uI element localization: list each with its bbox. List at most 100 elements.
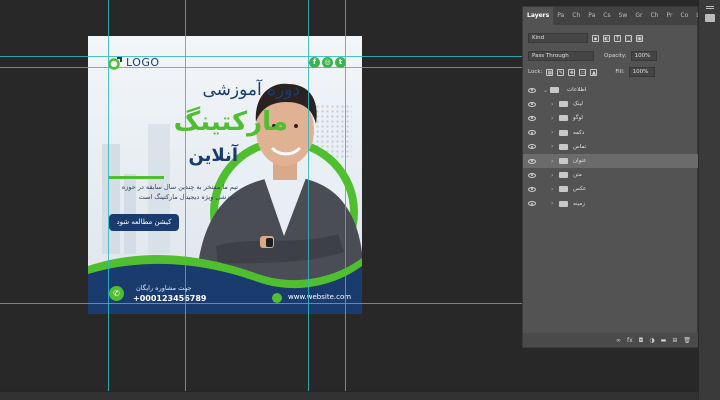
website-text: www.website.com	[288, 293, 352, 301]
tab-character-styles[interactable]: Cs	[599, 7, 614, 25]
fx-icon[interactable]: fx	[627, 337, 633, 344]
guide-vertical[interactable]	[308, 0, 309, 400]
folder-icon	[559, 101, 568, 108]
photoshop-workspace[interactable]: LOGO f ◎ t دوره آموزشی مارکتینگ آنلاین ت…	[0, 0, 720, 400]
globe-icon	[272, 293, 282, 303]
visibility-eye-icon[interactable]	[528, 87, 536, 93]
layer-name: عنوان	[573, 158, 587, 165]
accent-underline	[108, 176, 164, 179]
filter-type-icon[interactable]: T	[614, 34, 621, 42]
link-icon[interactable]: ∞	[616, 337, 621, 344]
layer-name: متن	[573, 172, 582, 179]
layer-row[interactable]: › عکس	[523, 182, 699, 196]
layer-name: تماس	[573, 143, 587, 150]
chevron-right-icon[interactable]: ›	[551, 172, 553, 179]
tab-layers[interactable]: Layers	[523, 7, 554, 25]
eye	[294, 124, 298, 128]
visibility-eye-icon[interactable]	[528, 158, 536, 164]
tab-character[interactable]: Ch	[646, 7, 662, 25]
lock-row: Lock: ▦ ✎ ✥ ▭ ▲ Fill: 100%	[523, 65, 697, 79]
chevron-right-icon[interactable]: ›	[551, 200, 553, 207]
visibility-eye-icon[interactable]	[528, 130, 536, 136]
visibility-eye-icon[interactable]	[528, 186, 536, 192]
document-canvas[interactable]: LOGO f ◎ t دوره آموزشی مارکتینگ آنلاین ت…	[88, 36, 362, 314]
cta-button[interactable]: کیشن مطالعه شود	[109, 214, 179, 231]
blend-mode-select[interactable]: Pass Through	[528, 51, 594, 61]
lock-transparency-icon[interactable]: ▦	[546, 68, 554, 76]
tab-paths[interactable]: Pa	[553, 7, 568, 25]
tab-color[interactable]: Co	[676, 7, 692, 25]
filter-smart-icon[interactable]: ▣	[636, 34, 643, 42]
folder-icon	[559, 115, 568, 122]
headline-online: آنلاین	[188, 145, 238, 166]
lock-artboard-icon[interactable]: ▭	[579, 68, 587, 76]
layer-row[interactable]: › متن	[523, 168, 699, 182]
layer-row[interactable]: › زمینه	[523, 197, 699, 211]
adjustment-icon[interactable]: ◑	[649, 337, 654, 344]
layer-row[interactable]: › دکمه	[523, 126, 699, 140]
guide-vertical[interactable]	[345, 0, 346, 400]
layer-row-selected[interactable]: › عنوان	[523, 153, 699, 169]
layers-panel[interactable]: Layers Pa Ch Pa Cs Sw Gr Ch Pr Co Libr K…	[522, 6, 708, 348]
layer-group-row[interactable]: ⌄ اطلاعات	[523, 83, 699, 97]
folder-icon	[559, 158, 568, 165]
chevron-right-icon[interactable]: ›	[551, 129, 553, 136]
tab-gradients[interactable]: Gr	[631, 7, 646, 25]
layers-list: ⌄ اطلاعات › لینک › لوگو › دکمه › تماس › …	[523, 83, 699, 211]
body-text: تیم ما مفتخر به چندین سال سابقه در حوزه …	[121, 183, 238, 201]
opacity-field[interactable]: 100%	[630, 51, 657, 61]
headline-course: دوره آموزشی	[202, 80, 300, 100]
folder-icon	[559, 143, 568, 150]
visibility-eye-icon[interactable]	[528, 101, 536, 107]
guide-horizontal[interactable]	[0, 303, 522, 304]
lock-label: Lock:	[528, 69, 543, 75]
layer-name: دکمه	[573, 129, 585, 136]
menu-icon[interactable]	[706, 6, 714, 9]
new-layer-icon[interactable]: ⊞	[672, 337, 677, 344]
chevron-right-icon[interactable]: ›	[551, 186, 553, 193]
chevron-down-icon[interactable]: ⌄	[543, 87, 548, 94]
lock-brush-icon[interactable]: ✎	[557, 68, 565, 76]
guide-vertical[interactable]	[185, 0, 186, 400]
filter-pixel-icon[interactable]: ▪	[592, 34, 599, 42]
blend-row: Pass Through Opacity: 100%	[523, 49, 697, 63]
layer-row[interactable]: › لینک	[523, 97, 699, 111]
visibility-eye-icon[interactable]	[528, 144, 536, 150]
visibility-eye-icon[interactable]	[528, 115, 536, 121]
guide-vertical[interactable]	[108, 0, 109, 400]
trash-icon[interactable]: 🗑	[683, 337, 691, 344]
guide-horizontal[interactable]	[0, 56, 522, 57]
lock-move-icon[interactable]: ✥	[568, 68, 576, 76]
folder-icon[interactable]: ▬	[661, 337, 667, 344]
phone-icon: ✆	[109, 286, 124, 301]
chevron-right-icon[interactable]: ›	[551, 158, 553, 165]
tab-paragraph[interactable]: Pa	[584, 7, 599, 25]
filter-row: Kind ▪ ◐ T ▢ ▣	[523, 31, 697, 45]
filter-adjust-icon[interactable]: ◐	[603, 34, 610, 42]
chevron-right-icon[interactable]: ›	[551, 143, 553, 150]
tab-channels[interactable]: Ch	[568, 7, 584, 25]
layer-row[interactable]: › تماس	[523, 140, 699, 154]
chevron-right-icon[interactable]: ›	[551, 115, 553, 122]
guide-horizontal[interactable]	[0, 67, 522, 68]
mask-icon[interactable]: ◘	[639, 337, 644, 344]
filter-shape-icon[interactable]: ▢	[625, 34, 632, 42]
layer-name: اطلاعات	[567, 87, 587, 94]
layer-row[interactable]: › لوگو	[523, 111, 699, 125]
filter-kind-select[interactable]: Kind	[528, 33, 588, 43]
opacity-label: Opacity:	[604, 53, 627, 59]
fill-field[interactable]: 100%	[628, 67, 655, 77]
tab-properties[interactable]: Pr	[662, 7, 676, 25]
panel-tabs: Layers Pa Ch Pa Cs Sw Gr Ch Pr Co Libr	[523, 7, 708, 25]
comment-icon[interactable]	[705, 14, 715, 22]
folder-icon	[559, 172, 568, 179]
lock-all-icon[interactable]: ▲	[590, 68, 598, 76]
panel-footer: ∞ fx ◘ ◑ ▬ ⊞ 🗑	[523, 333, 699, 347]
visibility-eye-icon[interactable]	[528, 172, 536, 178]
right-toolbar	[698, 0, 720, 400]
tab-swatches[interactable]: Sw	[615, 7, 632, 25]
phone-number: +000123456789	[133, 294, 207, 303]
chevron-right-icon[interactable]: ›	[551, 101, 553, 108]
visibility-eye-icon[interactable]	[528, 201, 536, 207]
headline-marketing: مارکتینگ	[173, 107, 288, 137]
